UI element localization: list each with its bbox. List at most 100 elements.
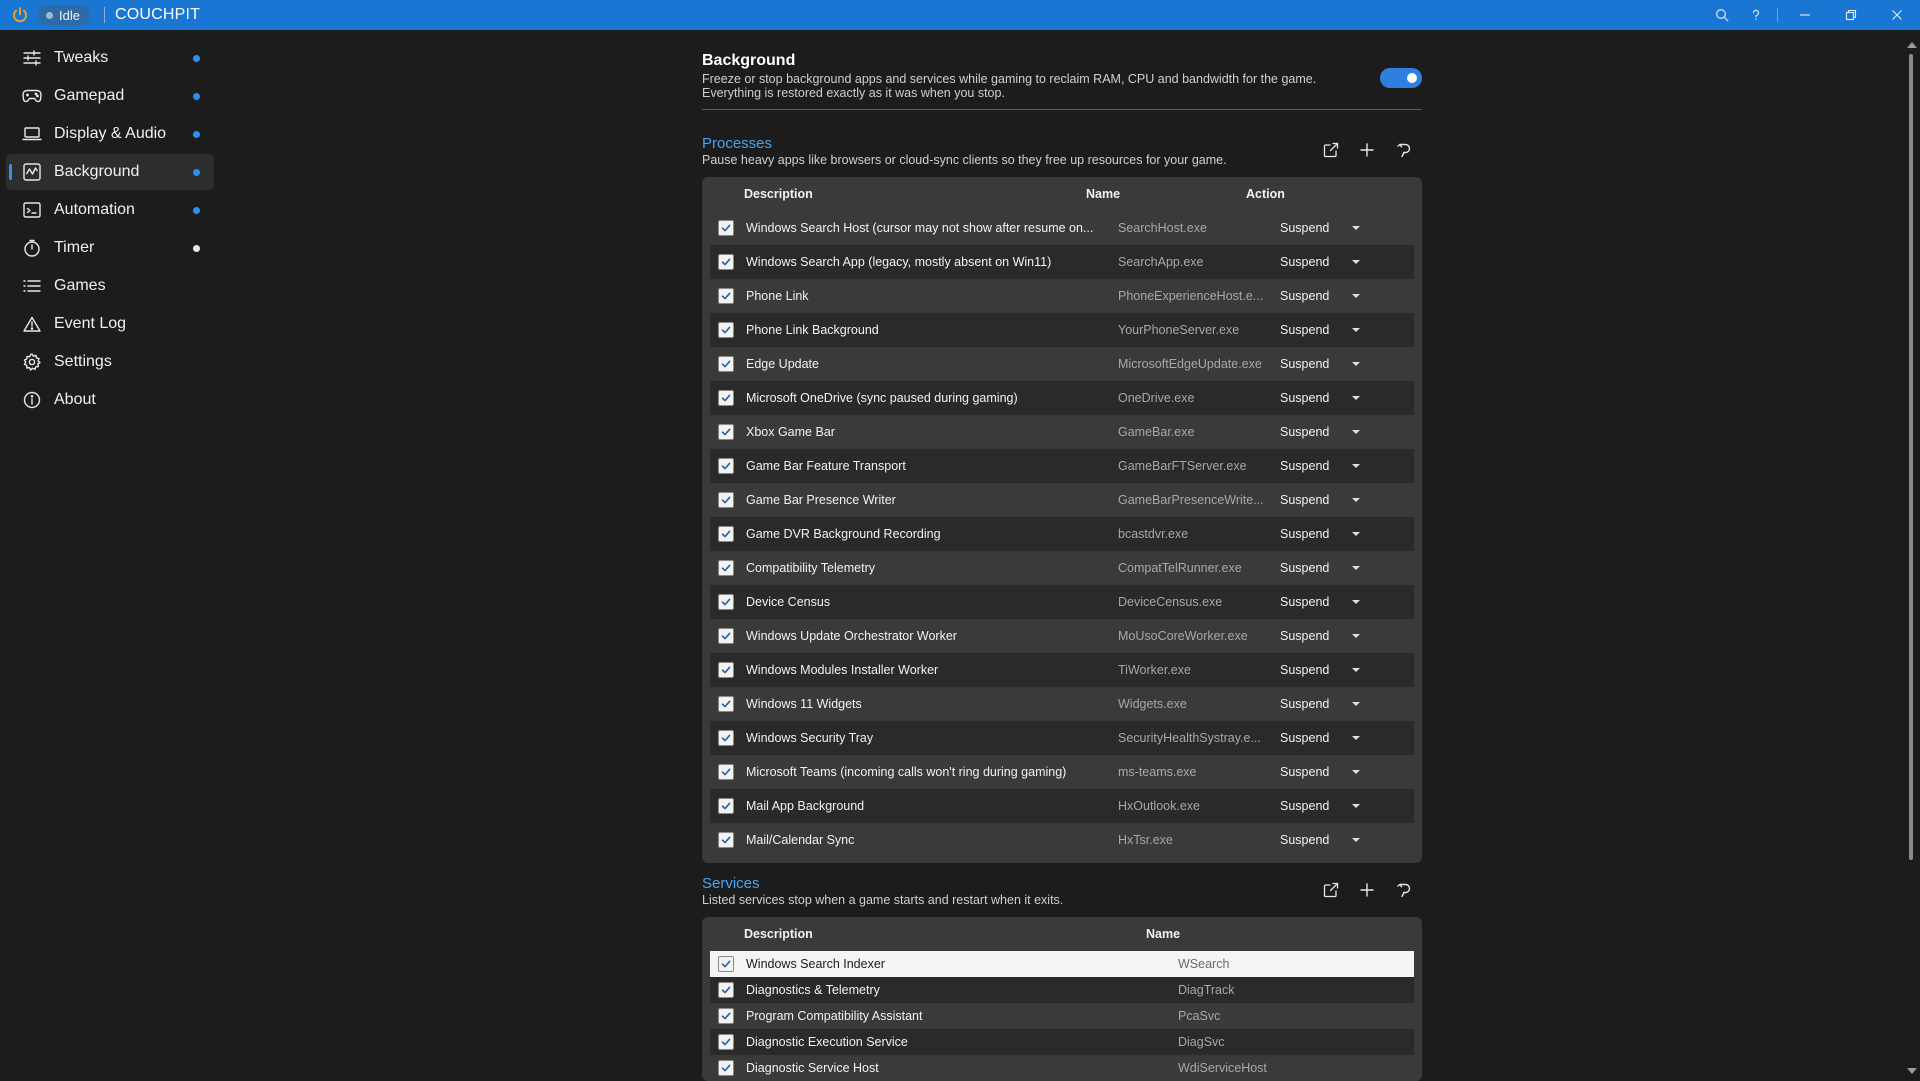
row-checkbox[interactable] [718, 594, 734, 610]
table-row[interactable]: Compatibility Telemetry CompatTelRunner.e… [710, 551, 1414, 585]
row-checkbox[interactable] [718, 560, 734, 576]
row-checkbox[interactable] [718, 1034, 734, 1050]
background-toggle[interactable] [1380, 68, 1422, 88]
search-icon[interactable] [1705, 0, 1739, 30]
table-row[interactable]: Microsoft OneDrive (sync paused during g… [710, 381, 1414, 415]
action-dropdown[interactable]: Suspend [1278, 459, 1360, 473]
action-dropdown[interactable]: Suspend [1278, 765, 1360, 779]
chevron-down-icon [1352, 328, 1360, 332]
table-row[interactable]: Device Census DeviceCensus.exe Suspend [710, 585, 1414, 619]
sidebar-item-background[interactable]: Background [6, 154, 214, 190]
table-row[interactable]: Windows Search Host (cursor may not show… [710, 211, 1414, 245]
section-description: Listed services stop when a game starts … [702, 893, 1064, 907]
reset-icon[interactable] [1392, 139, 1414, 161]
action-dropdown[interactable]: Suspend [1278, 731, 1360, 745]
table-row[interactable]: Windows Update Orchestrator Worker MoUsoC… [710, 619, 1414, 653]
table-row[interactable]: Phone Link PhoneExperienceHost.e... Suspen… [710, 279, 1414, 313]
table-row[interactable]: Windows Modules Installer Worker TiWorker… [710, 653, 1414, 687]
table-row[interactable]: Microsoft Teams (incoming calls won't ri… [710, 755, 1414, 789]
action-dropdown[interactable]: Suspend [1278, 663, 1360, 677]
reset-icon[interactable] [1392, 879, 1414, 901]
sidebar-item-display-audio[interactable]: Display & Audio [6, 116, 214, 152]
action-dropdown[interactable]: Suspend [1278, 255, 1360, 269]
table-row[interactable]: Mail/Calendar Sync HxTsr.exe Suspend [710, 823, 1414, 857]
table-row[interactable]: Game Bar Presence Writer GameBarPresenceW… [710, 483, 1414, 517]
row-checkbox[interactable] [718, 492, 734, 508]
sidebar-item-timer[interactable]: Timer [6, 230, 214, 266]
action-dropdown[interactable]: Suspend [1278, 833, 1360, 847]
row-checkbox[interactable] [718, 764, 734, 780]
row-checkbox[interactable] [718, 696, 734, 712]
table-row[interactable]: Diagnostic Execution Service DiagSvc [710, 1029, 1414, 1055]
row-checkbox[interactable] [718, 1060, 734, 1076]
action-dropdown[interactable]: Suspend [1278, 493, 1360, 507]
sidebar-item-automation[interactable]: Automation [6, 192, 214, 228]
sidebar-item-about[interactable]: About [6, 382, 214, 418]
sidebar-item-games[interactable]: Games [6, 268, 214, 304]
restore-button[interactable] [1828, 0, 1874, 30]
row-checkbox[interactable] [718, 1008, 734, 1024]
action-dropdown[interactable]: Suspend [1278, 289, 1360, 303]
table-row[interactable]: Phone Link Background YourPhoneServer.exe… [710, 313, 1414, 347]
minimize-button[interactable] [1782, 0, 1828, 30]
table-row[interactable]: Diagnostics & Telemetry DiagTrack [710, 977, 1414, 1003]
row-checkbox[interactable] [718, 832, 734, 848]
action-dropdown[interactable]: Suspend [1278, 527, 1360, 541]
action-dropdown[interactable]: Suspend [1278, 357, 1360, 371]
row-checkbox[interactable] [718, 982, 734, 998]
table-row[interactable]: Program Compatibility Assistant PcaSvc [710, 1003, 1414, 1029]
row-checkbox[interactable] [718, 254, 734, 270]
table-row[interactable]: Windows Search Indexer WSearch [710, 951, 1414, 977]
row-checkbox[interactable] [718, 322, 734, 338]
row-checkbox[interactable] [718, 220, 734, 236]
scroll-down-icon[interactable] [1907, 1068, 1917, 1074]
table-row[interactable]: Diagnostic Service Host WdiServiceHost [710, 1055, 1414, 1081]
scroll-up-icon[interactable] [1907, 42, 1917, 48]
table-row[interactable]: Windows Search App (legacy, mostly absen… [710, 245, 1414, 279]
action-dropdown[interactable]: Suspend [1278, 595, 1360, 609]
add-icon[interactable] [1356, 879, 1378, 901]
action-dropdown[interactable]: Suspend [1278, 221, 1360, 235]
row-checkbox[interactable] [718, 390, 734, 406]
table-row[interactable]: Edge Update MicrosoftEdgeUpdate.exe Suspen… [710, 347, 1414, 381]
action-dropdown[interactable]: Suspend [1278, 323, 1360, 337]
power-icon[interactable] [11, 6, 29, 24]
table-row[interactable]: Game DVR Background Recording bcastdvr.ex… [710, 517, 1414, 551]
help-icon[interactable] [1739, 0, 1773, 30]
row-checkbox[interactable] [718, 662, 734, 678]
table-row[interactable]: Mail App Background HxOutlook.exe Suspend [710, 789, 1414, 823]
vertical-scrollbar[interactable] [1902, 38, 1920, 1080]
table-row[interactable]: Xbox Game Bar GameBar.exe Suspend [710, 415, 1414, 449]
table-row[interactable]: Windows Security Tray SecurityHealthSystr… [710, 721, 1414, 755]
open-external-icon[interactable] [1320, 139, 1342, 161]
action-dropdown[interactable]: Suspend [1278, 425, 1360, 439]
action-dropdown[interactable]: Suspend [1278, 629, 1360, 643]
table-row[interactable]: Windows 11 Widgets Widgets.exe Suspend [710, 687, 1414, 721]
sidebar-item-event-log[interactable]: Event Log [6, 306, 214, 342]
row-description: Mail App Background [746, 799, 865, 813]
sidebar-item-gamepad[interactable]: Gamepad [6, 78, 214, 114]
row-checkbox[interactable] [718, 424, 734, 440]
sidebar-item-settings[interactable]: Settings [6, 344, 214, 380]
row-checkbox[interactable] [718, 956, 734, 972]
add-icon[interactable] [1356, 139, 1378, 161]
action-dropdown[interactable]: Suspend [1278, 561, 1360, 575]
list-icon [22, 276, 42, 296]
scroll-thumb[interactable] [1909, 54, 1913, 860]
row-checkbox[interactable] [718, 628, 734, 644]
chevron-down-icon [1352, 804, 1360, 808]
open-external-icon[interactable] [1320, 879, 1342, 901]
sidebar-item-tweaks[interactable]: Tweaks [6, 40, 214, 76]
row-checkbox[interactable] [718, 730, 734, 746]
row-process-name: MicrosoftEdgeUpdate.exe [1118, 357, 1262, 371]
action-dropdown[interactable]: Suspend [1278, 799, 1360, 813]
row-checkbox[interactable] [718, 798, 734, 814]
action-dropdown[interactable]: Suspend [1278, 391, 1360, 405]
row-checkbox[interactable] [718, 526, 734, 542]
close-button[interactable] [1874, 0, 1920, 30]
row-checkbox[interactable] [718, 288, 734, 304]
row-checkbox[interactable] [718, 356, 734, 372]
table-row[interactable]: Game Bar Feature Transport GameBarFTServe… [710, 449, 1414, 483]
row-checkbox[interactable] [718, 458, 734, 474]
action-dropdown[interactable]: Suspend [1278, 697, 1360, 711]
